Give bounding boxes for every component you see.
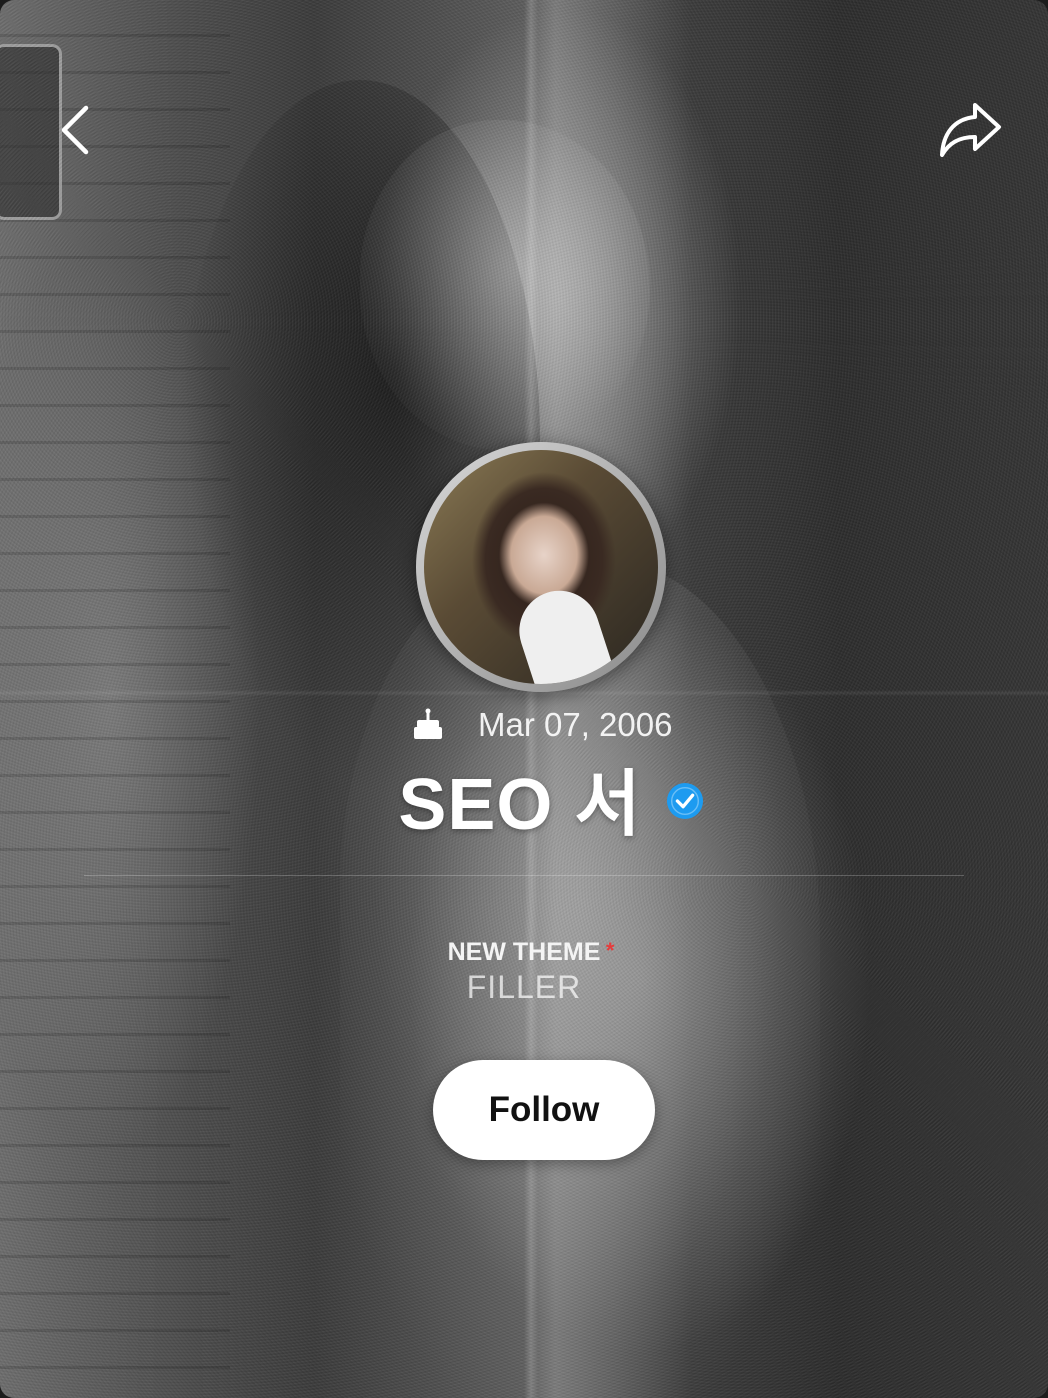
poster-fold-vertical bbox=[524, 0, 538, 1398]
birthday-row: Mar 07, 2006 bbox=[408, 700, 698, 750]
share-arrow-icon bbox=[940, 103, 1001, 157]
theme-block: NEW THEME * FILLER bbox=[0, 938, 1048, 1006]
avatar-ring bbox=[416, 442, 666, 692]
theme-subtitle: FILLER bbox=[466, 969, 582, 1005]
cake-icon bbox=[408, 705, 448, 745]
photo-face-shape bbox=[360, 120, 650, 450]
theme-title-wrap: NEW THEME * bbox=[447, 938, 615, 967]
profile-screen: Mar 07, 2006 SEO 서 NEW THEME * FILLER Fol… bbox=[0, 0, 1048, 1398]
theme-marker: * bbox=[605, 938, 615, 963]
follow-button[interactable]: Follow bbox=[433, 1060, 655, 1160]
chevron-left-icon bbox=[61, 105, 89, 155]
profile-name: SEO 서 bbox=[398, 764, 642, 845]
theme-title: NEW THEME bbox=[447, 938, 601, 966]
birthday-date: Mar 07, 2006 bbox=[478, 706, 673, 743]
share-button[interactable] bbox=[936, 96, 1004, 164]
divider bbox=[84, 875, 964, 876]
avatar-photo-detail bbox=[508, 580, 620, 684]
name-row: SEO 서 bbox=[0, 752, 1048, 845]
verified-badge-icon bbox=[666, 782, 703, 820]
avatar[interactable] bbox=[424, 450, 658, 684]
back-button[interactable] bbox=[40, 96, 108, 164]
